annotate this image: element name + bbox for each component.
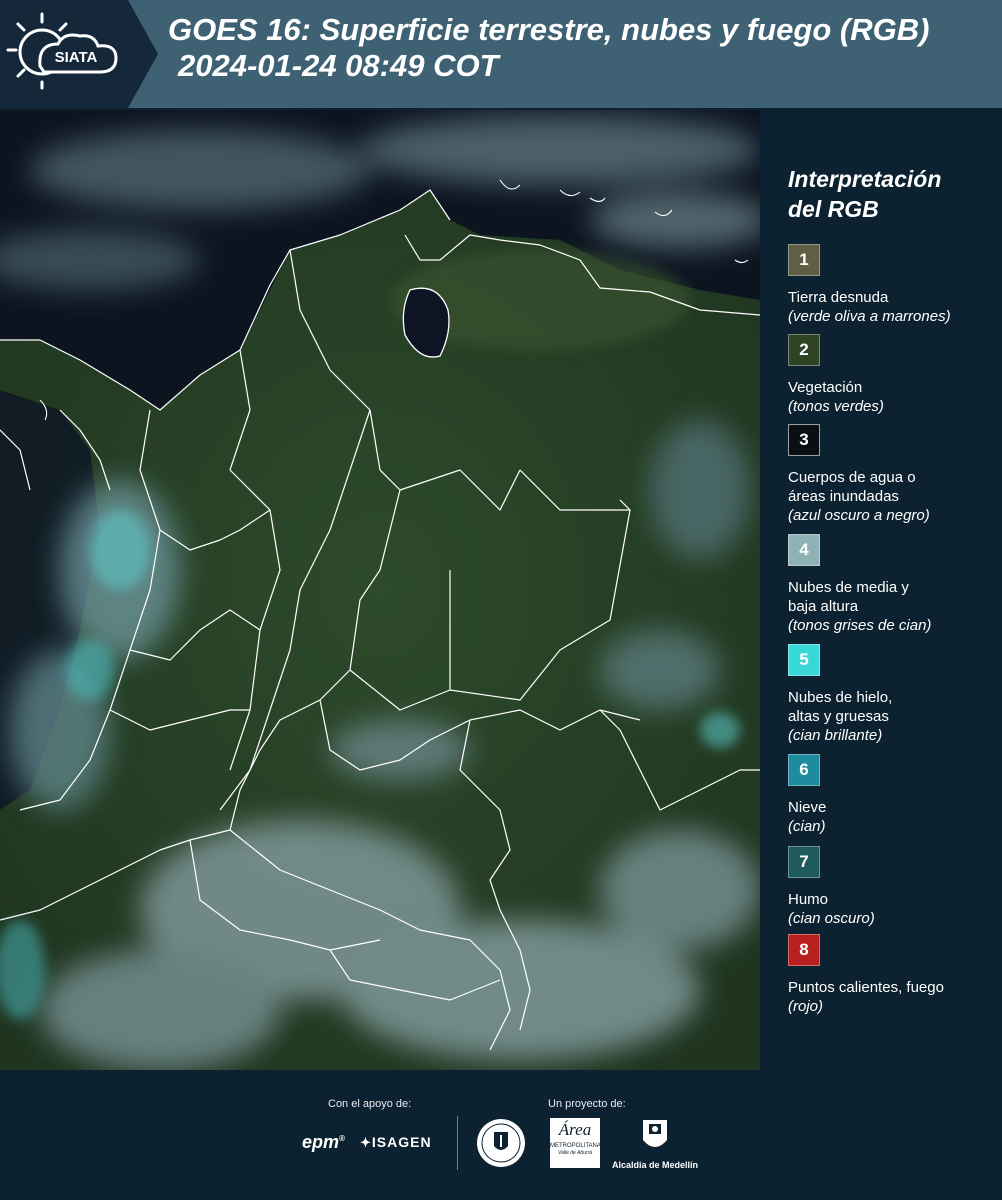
- legend-number-8: 8: [799, 940, 809, 959]
- epm-logo: epm®: [302, 1132, 345, 1152]
- legend-number-4: 4: [799, 540, 809, 559]
- area-brand-text: Área: [558, 1120, 592, 1139]
- legend-note-7: (cian oscuro): [788, 910, 875, 927]
- legend-label-5: Nubes de hielo, altas y gruesas: [788, 688, 998, 726]
- legend-title: Interpretación del RGB: [788, 164, 941, 224]
- legend-label-6: Nieve: [788, 799, 827, 816]
- map-svg: [0, 110, 760, 1070]
- legend-number-1: 1: [799, 250, 809, 269]
- legend-label-5b: altas y gruesas: [788, 708, 889, 725]
- legend-swatch-1: 1: [788, 244, 820, 276]
- legend-item-mid-low-clouds: 4 Nubes de media y baja altura (tonos gri…: [788, 534, 998, 635]
- legend-label-1: Tierra desnuda: [788, 289, 889, 306]
- header-bar: SIATA GOES 16: Superficie terrestre, nub…: [0, 0, 1002, 108]
- legend-item-vegetation: 2 Vegetación (tonos verdes): [788, 334, 998, 416]
- legend-note-6: (cian): [788, 818, 826, 835]
- legend-item-ice-clouds: 5 Nubes de hielo, altas y gruesas (cian b…: [788, 644, 998, 745]
- logo-text: SIATA: [55, 49, 98, 66]
- legend-note-4: (tonos grises de cian): [788, 617, 932, 634]
- legend-number-2: 2: [799, 340, 809, 359]
- isagen-logo: ✦ISAGEN: [360, 1134, 432, 1151]
- isagen-logo-text: ISAGEN: [371, 1134, 432, 1150]
- legend-note-1: (verde oliva a marrones): [788, 308, 951, 325]
- legend-swatch-5: 5: [788, 644, 820, 676]
- legend-label-3b: áreas inundadas: [788, 488, 899, 505]
- legend-swatch-8: 8: [788, 934, 820, 966]
- legend-title-line-2: del RGB: [788, 196, 879, 222]
- legend-title-line-1: Interpretación: [788, 166, 942, 192]
- legend-item-bare-soil: 1 Tierra desnuda (verde oliva a marrones…: [788, 244, 998, 326]
- area-metropolitana-logo: Área METROPOLITANA Valle de Aburrá: [550, 1118, 601, 1168]
- page-title: GOES 16: Superficie terrestre, nubes y f…: [168, 12, 929, 84]
- legend-swatch-3: 3: [788, 424, 820, 456]
- legend-label-5a: Nubes de hielo,: [788, 689, 893, 706]
- legend-number-7: 7: [799, 852, 809, 871]
- legend-label-4b: baja altura: [788, 598, 859, 615]
- legend-number-3: 3: [799, 430, 809, 449]
- university-seal-icon: [477, 1119, 525, 1167]
- legend-label-3a: Cuerpos de agua o: [788, 469, 916, 486]
- legend-panel: Interpretación del RGB 1 Tierra desnuda …: [762, 110, 1002, 1070]
- medellin-shield-icon: [643, 1120, 667, 1147]
- isagen-icon: ✦: [360, 1135, 372, 1150]
- legend-item-water: 3 Cuerpos de agua o áreas inundadas (azul…: [788, 424, 998, 525]
- title-timestamp: 2024-01-24 08:49 COT: [178, 48, 499, 83]
- legend-label-7: Humo: [788, 891, 829, 908]
- footer-divider: [457, 1116, 458, 1170]
- epm-logo-text: epm: [302, 1132, 340, 1152]
- legend-label-2: Vegetación: [788, 379, 863, 396]
- support-caption: Con el apoyo de:: [328, 1098, 412, 1110]
- legend-label-3: Cuerpos de agua o áreas inundadas: [788, 468, 998, 506]
- legend-note-3: (azul oscuro a negro): [788, 507, 930, 524]
- legend-label-4: Nubes de media y baja altura: [788, 578, 998, 616]
- legend-swatch-2: 2: [788, 334, 820, 366]
- logo-plate: SIATA: [0, 0, 158, 108]
- legend-swatch-4: 4: [788, 534, 820, 566]
- footer: Con el apoyo de: Un proyecto de: epm® ✦I…: [0, 1072, 1002, 1200]
- legend-number-5: 5: [799, 650, 809, 669]
- legend-item-smoke: 7 Humo (cian oscuro): [788, 846, 998, 928]
- area-line-2: Valle de Aburrá: [557, 1150, 593, 1156]
- area-line-1: METROPOLITANA: [550, 1143, 601, 1149]
- legend-note-5: (cian brillante): [788, 727, 883, 744]
- legend-swatch-7: 7: [788, 846, 820, 878]
- title-line-1: GOES 16: Superficie terrestre, nubes y f…: [168, 12, 930, 47]
- legend-item-snow: 6 Nieve (cian): [788, 754, 998, 836]
- legend-item-hotspots: 8 Puntos calientes, fuego (rojo): [788, 934, 998, 1016]
- legend-swatch-6: 6: [788, 754, 820, 786]
- project-caption: Un proyecto de:: [548, 1098, 626, 1110]
- legend-label-4a: Nubes de media y: [788, 579, 909, 596]
- satellite-map[interactable]: [0, 110, 760, 1070]
- legend-label-8: Puntos calientes, fuego: [788, 979, 944, 996]
- legend-note-8: (rojo): [788, 998, 824, 1015]
- legend-number-6: 6: [799, 760, 809, 779]
- alcaldia-logo-text: Alcaldía de Medellín: [612, 1160, 699, 1170]
- legend-note-2: (tonos verdes): [788, 398, 884, 415]
